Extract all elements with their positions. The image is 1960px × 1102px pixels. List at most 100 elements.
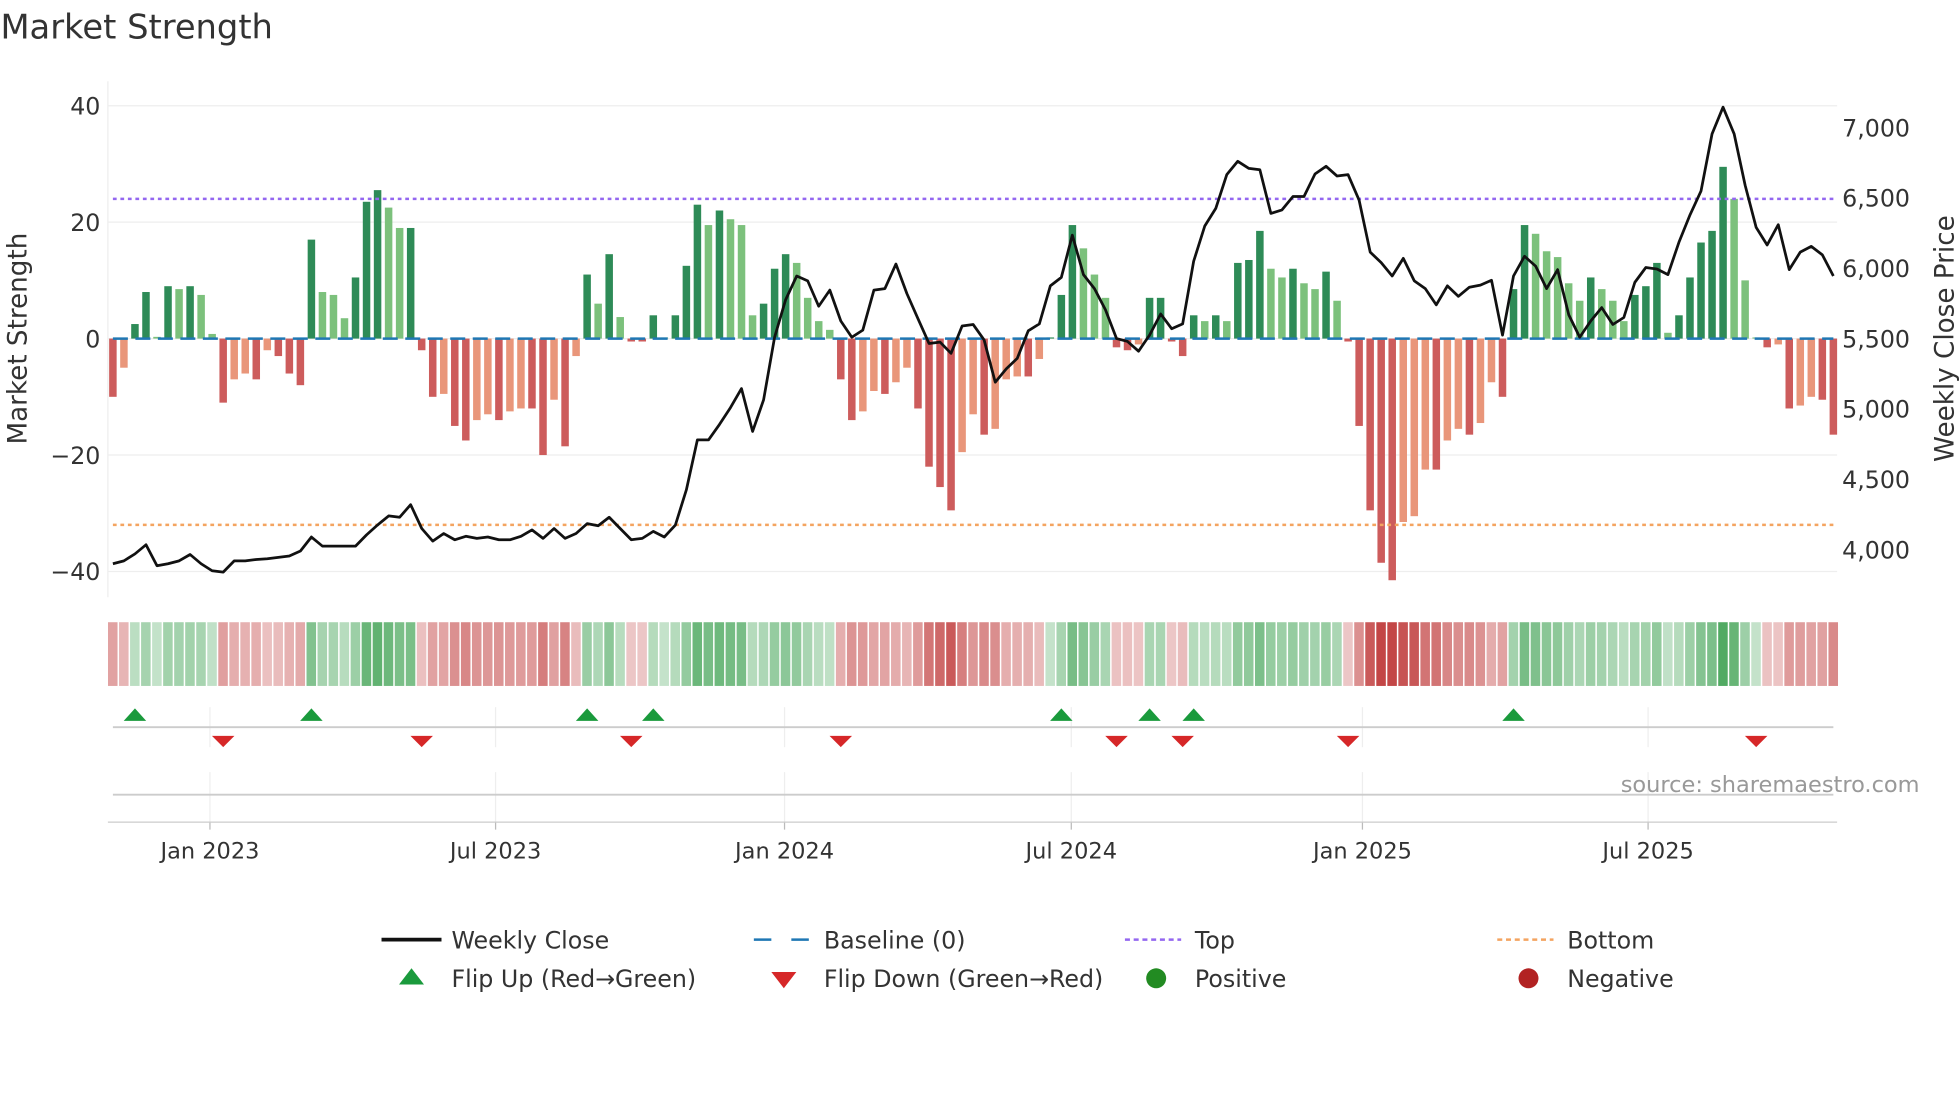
strength-bar (616, 317, 624, 339)
heat-cell (1596, 622, 1607, 686)
y2-axis-label: Weekly Close Price (1930, 215, 1960, 462)
heat-cell (1111, 622, 1122, 686)
strength-bar (1311, 289, 1319, 339)
strength-bar (605, 254, 613, 339)
x-tick-label: Jul 2023 (448, 838, 541, 864)
strength-bar (120, 338, 128, 368)
strength-bar (274, 338, 283, 357)
strength-bar (1708, 230, 1716, 339)
legend-label: Flip Down (Green→Red) (824, 965, 1103, 993)
y2-tick-label: 6,000 (1842, 255, 1910, 283)
strength-bar (417, 338, 426, 351)
strength-bar (528, 338, 536, 409)
heat-cell (1078, 622, 1089, 686)
strength-bar (142, 292, 150, 339)
strength-bar (1200, 321, 1209, 339)
heat-cell (240, 622, 250, 686)
heat-cell (747, 622, 758, 686)
heat-cell (1729, 622, 1739, 686)
strength-bar (1256, 230, 1264, 339)
strength-bar (1542, 251, 1551, 339)
heat-cell (405, 622, 416, 686)
strength-bar (792, 262, 801, 339)
heat-cell (935, 622, 945, 686)
heat-cell (637, 622, 647, 686)
strength-bar (1388, 338, 1396, 581)
heat-cell (1530, 622, 1541, 686)
heat-cell (1023, 622, 1033, 686)
y2-tick-label: 5,000 (1842, 396, 1910, 424)
strength-bar (561, 338, 569, 447)
heat-cell (1100, 622, 1111, 686)
heat-cell (703, 622, 714, 686)
strength-bar (881, 338, 889, 394)
heat-cell (306, 622, 317, 686)
heat-cell (482, 622, 493, 686)
heat-cell (1740, 622, 1750, 686)
market-strength-chart: Market Strength 40 20 0 −20 −40 7,000 6,500 6,0… (0, 8, 1960, 993)
flip-up-marker (642, 708, 665, 721)
strength-bar (517, 338, 525, 409)
strength-bar (1796, 338, 1805, 406)
heat-cell (1089, 622, 1100, 686)
x-tick-label: Jan 2024 (733, 838, 834, 864)
strength-bar (715, 210, 724, 339)
heat-cell (383, 622, 394, 686)
source-label: source: sharemaestro.com (1621, 772, 1920, 798)
strength-bar (539, 338, 547, 456)
heat-cell (1067, 622, 1078, 686)
heat-cell (108, 622, 118, 686)
heat-cell (317, 622, 328, 686)
strength-bar (1487, 338, 1496, 383)
strength-bar (263, 338, 272, 351)
strength-bar (1719, 166, 1727, 339)
strength-bar (1366, 338, 1374, 511)
heat-cell (1486, 622, 1497, 686)
strength-bar (914, 338, 922, 409)
heat-cell (185, 622, 195, 686)
strength-bar (1476, 338, 1485, 424)
strength-bar (1289, 268, 1297, 339)
y-tick-label: −20 (50, 442, 100, 470)
heat-cell (427, 622, 438, 686)
legend-positive-icon (1146, 968, 1167, 989)
heat-cell (725, 622, 736, 686)
y2-tick-label: 7,000 (1842, 114, 1910, 142)
strength-bar (197, 294, 205, 339)
heat-cell (1254, 622, 1265, 686)
strength-bar (495, 338, 503, 421)
strength-bar (759, 303, 768, 339)
strength-bar (351, 277, 360, 339)
heat-cell (1288, 622, 1298, 686)
strength-bar (131, 324, 139, 339)
strength-bar (1763, 338, 1771, 348)
strength-bar (1520, 225, 1529, 339)
heat-cell (1221, 622, 1232, 686)
strength-bar (1035, 338, 1044, 359)
strength-bar (285, 338, 294, 374)
strength-bar (693, 204, 702, 339)
heat-cell (1299, 622, 1309, 686)
heat-cell (802, 622, 813, 686)
flip-down-marker (211, 735, 235, 748)
heat-cell (130, 622, 140, 686)
heat-cell (394, 622, 405, 686)
heat-cell (924, 622, 934, 686)
heat-cell (1519, 622, 1530, 686)
heat-cell (868, 622, 879, 686)
heat-cell (449, 622, 460, 686)
strength-bar (186, 286, 194, 339)
strength-bar (1785, 338, 1793, 409)
heat-cell (549, 622, 559, 686)
heat-cell (1177, 622, 1188, 686)
heat-cell (262, 622, 272, 686)
strength-bar (1245, 259, 1253, 339)
heat-cell (1674, 622, 1684, 686)
legend-label: Bottom (1567, 926, 1654, 954)
strength-bar (1675, 315, 1683, 339)
strength-bar (1278, 277, 1286, 339)
heat-cell (769, 622, 780, 686)
flip-down-marker (1336, 735, 1360, 748)
heat-cell (957, 622, 967, 686)
heat-cell (1166, 622, 1177, 686)
